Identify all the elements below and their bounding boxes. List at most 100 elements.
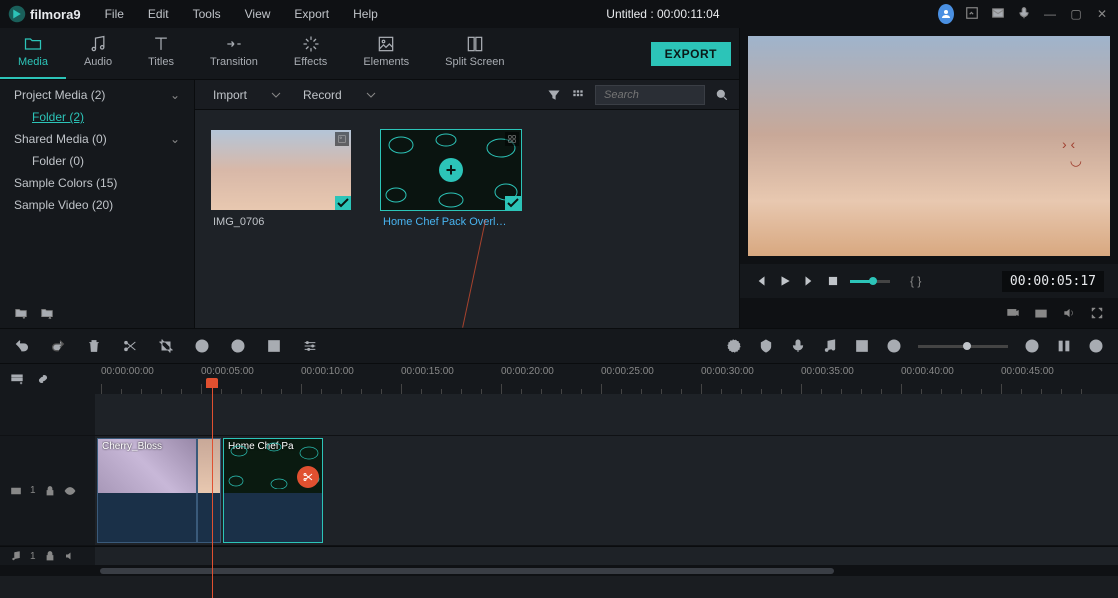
sparkle-icon — [301, 34, 321, 54]
video-track-body[interactable]: Cherry_Bloss Home Chef Pa — [95, 436, 1118, 545]
preview-controls: { } 00:00:05:17 — [740, 264, 1118, 298]
audio-mixer-icon[interactable] — [822, 338, 838, 354]
next-frame-button[interactable] — [802, 274, 816, 288]
prev-frame-button[interactable] — [754, 274, 768, 288]
used-check-icon — [335, 196, 351, 210]
new-folder-icon[interactable] — [14, 306, 28, 320]
tab-effects[interactable]: Effects — [276, 28, 345, 79]
snapshot-icon[interactable] — [1034, 306, 1048, 320]
sidebar-project-media[interactable]: Project Media (2)⌄ — [0, 84, 194, 106]
speed-icon[interactable] — [194, 338, 210, 354]
help-icon[interactable] — [1088, 338, 1104, 354]
menu-tools[interactable]: Tools — [183, 3, 231, 25]
stop-button[interactable] — [826, 274, 840, 288]
crop-icon[interactable] — [158, 338, 174, 354]
timeline-scrollbar[interactable] — [0, 566, 1118, 576]
export-frame-icon[interactable] — [854, 338, 870, 354]
thumb-label: Home Chef Pack Overl… — [381, 216, 521, 228]
timeline-view-icon[interactable] — [1056, 338, 1072, 354]
playback-volume-slider[interactable] — [850, 280, 890, 283]
manage-tracks-icon[interactable] — [10, 372, 24, 386]
tab-elements[interactable]: Elements — [345, 28, 427, 79]
menu-file[interactable]: File — [95, 3, 134, 25]
delete-folder-icon[interactable] — [40, 306, 54, 320]
sidebar-shared-media[interactable]: Shared Media (0)⌄ — [0, 128, 194, 150]
playhead[interactable] — [212, 388, 213, 598]
ruler-label: 00:00:10:00 — [301, 366, 354, 377]
quality-icon[interactable] — [1006, 306, 1020, 320]
link-icon[interactable] — [36, 372, 50, 386]
clip-homechef[interactable]: Home Chef Pa — [223, 438, 323, 543]
activity-icon[interactable] — [964, 6, 980, 23]
filter-icon[interactable] — [547, 88, 561, 102]
sidebar-sample-colors[interactable]: Sample Colors (15) — [0, 172, 194, 194]
split-icon[interactable] — [122, 338, 138, 354]
fullscreen-icon[interactable] — [1090, 306, 1104, 320]
window-minimize[interactable]: — — [1042, 7, 1058, 21]
media-thumb-homechef[interactable]: + Home Chef Pack Overl… — [381, 130, 521, 228]
record-dropdown[interactable]: Record — [295, 85, 384, 105]
transition-icon — [224, 34, 244, 54]
greenscreen-icon[interactable] — [266, 338, 282, 354]
clip-transition-gap[interactable] — [197, 438, 221, 543]
menu-help[interactable]: Help — [343, 3, 388, 25]
media-type-badge-icon — [335, 132, 349, 146]
speaker-icon[interactable] — [64, 550, 76, 562]
menu-edit[interactable]: Edit — [138, 3, 179, 25]
voiceover-icon[interactable] — [790, 338, 806, 354]
zoom-slider[interactable] — [918, 345, 1008, 348]
main-tabbar: Media Audio Titles Transition Effects El… — [0, 28, 739, 80]
menu-export[interactable]: Export — [284, 3, 339, 25]
color-icon[interactable] — [230, 338, 246, 354]
redo-icon[interactable] — [50, 338, 66, 354]
video-preview[interactable]: › ‹ ◡ — [748, 36, 1110, 256]
user-avatar-icon[interactable] — [938, 4, 954, 24]
used-check-icon — [505, 196, 521, 210]
tab-audio[interactable]: Audio — [66, 28, 130, 79]
tab-media[interactable]: Media — [0, 28, 66, 79]
sidebar-sample-video[interactable]: Sample Video (20) — [0, 194, 194, 216]
sidebar-folder-0[interactable]: Folder (0) — [0, 150, 194, 172]
menu-view[interactable]: View — [235, 3, 281, 25]
window-close[interactable]: ✕ — [1094, 7, 1110, 21]
undo-icon[interactable] — [14, 338, 30, 354]
grid-view-icon[interactable] — [571, 88, 585, 102]
sidebar-folder-selected[interactable]: Folder (2) — [0, 106, 194, 128]
ruler-label: 00:00:40:00 — [901, 366, 954, 377]
adjust-icon[interactable] — [302, 338, 318, 354]
search-icon[interactable] — [715, 88, 729, 102]
music-icon — [88, 34, 108, 54]
filmora-logo-icon — [8, 5, 26, 23]
ruler-label: 00:00:00:00 — [101, 366, 154, 377]
tab-transition[interactable]: Transition — [192, 28, 276, 79]
ruler-label: 00:00:35:00 — [801, 366, 854, 377]
eye-icon[interactable] — [64, 485, 76, 497]
window-maximize[interactable]: ▢ — [1068, 7, 1084, 21]
mark-in-out[interactable]: { } — [910, 274, 921, 288]
zoom-out-icon[interactable] — [886, 338, 902, 354]
media-thumb-img0706[interactable]: IMG_0706 — [211, 130, 351, 228]
mail-icon[interactable] — [990, 6, 1006, 23]
marker-icon[interactable] — [758, 338, 774, 354]
clip-cherry-blossom[interactable]: Cherry_Bloss — [97, 438, 197, 543]
search-input[interactable] — [595, 85, 705, 105]
render-icon[interactable] — [726, 338, 742, 354]
ruler-label: 00:00:45:00 — [1001, 366, 1054, 377]
volume-icon[interactable] — [1062, 306, 1076, 320]
document-title: Untitled : 00:00:11:04 — [392, 7, 934, 21]
tab-titles[interactable]: Titles — [130, 28, 192, 79]
lock-icon[interactable] — [44, 550, 56, 562]
cut-marker-icon[interactable] — [297, 466, 319, 488]
image-icon — [376, 34, 396, 54]
play-button[interactable] — [778, 274, 792, 288]
import-dropdown[interactable]: Import — [205, 85, 289, 105]
tab-splitscreen[interactable]: Split Screen — [427, 28, 522, 79]
timeline-ruler[interactable]: 00:00:00:0000:00:05:0000:00:10:0000:00:1… — [95, 364, 1118, 394]
track-number: 1 — [30, 485, 36, 496]
zoom-in-icon[interactable] — [1024, 338, 1040, 354]
mic-icon[interactable] — [1016, 6, 1032, 23]
text-icon — [151, 34, 171, 54]
export-button[interactable]: EXPORT — [651, 42, 731, 66]
delete-icon[interactable] — [86, 338, 102, 354]
lock-icon[interactable] — [44, 485, 56, 497]
